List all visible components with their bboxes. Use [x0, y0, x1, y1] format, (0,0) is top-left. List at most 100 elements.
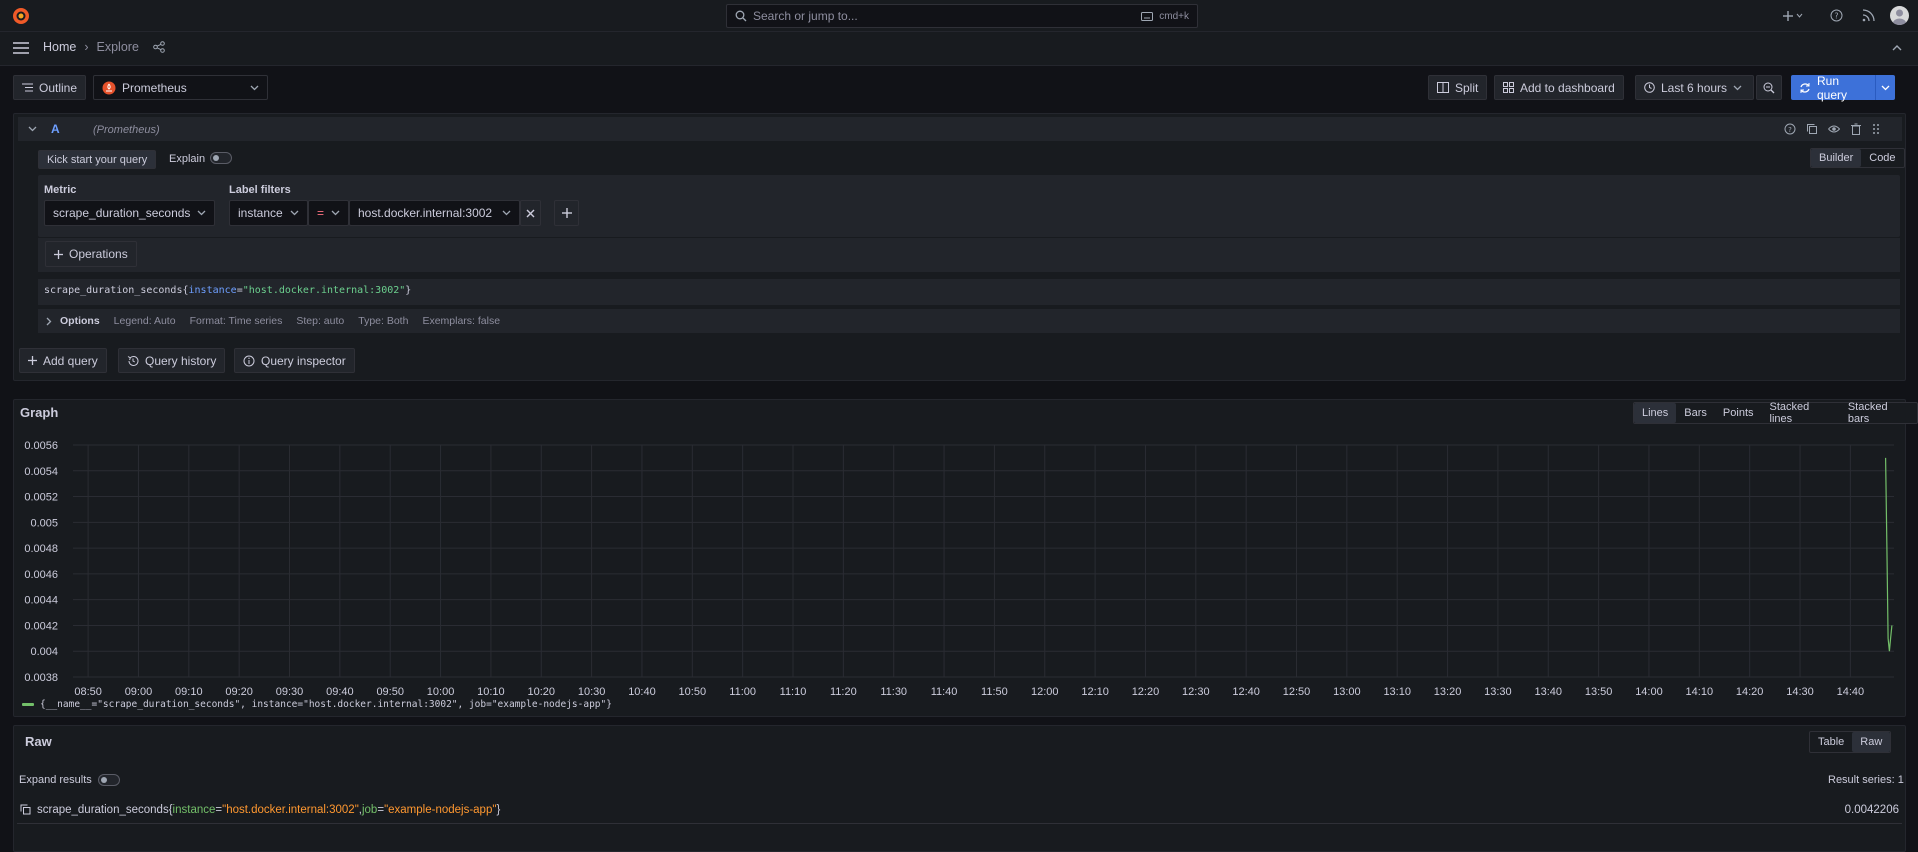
series-line — [1885, 457, 1893, 652]
result-series-count: Result series: 1 — [1828, 774, 1904, 786]
breadcrumb-separator: › — [84, 40, 89, 54]
query-ref-id[interactable]: A — [51, 122, 60, 136]
run-query-button[interactable]: Run query — [1791, 74, 1895, 102]
x-tick-label: 13:30 — [1484, 686, 1512, 698]
x-tick-label: 10:20 — [527, 686, 555, 698]
label-filter-value-select[interactable]: host.docker.internal:3002 — [349, 200, 520, 226]
metric-select[interactable]: scrape_duration_seconds — [44, 200, 215, 226]
help-icon[interactable]: ? — [1784, 123, 1796, 135]
x-tick-label: 14:00 — [1635, 686, 1663, 698]
x-tick-label: 10:10 — [477, 686, 505, 698]
raw-mode-table[interactable]: Table — [1810, 732, 1852, 752]
x-tick-label: 14:30 — [1786, 686, 1814, 698]
split-label: Split — [1455, 80, 1479, 95]
news-feed-icon[interactable] — [1862, 9, 1875, 22]
options-step: Step: auto — [296, 315, 345, 327]
plus-icon — [561, 208, 572, 218]
kick-start-query-button[interactable]: Kick start your query — [38, 150, 157, 169]
query-inspector-button[interactable]: Query inspector — [234, 348, 355, 373]
x-tick-label: 10:00 — [427, 686, 455, 698]
breadcrumb-home[interactable]: Home — [43, 40, 76, 54]
raw-row-value-instance: "host.docker.internal:3002" — [222, 803, 359, 816]
add-filter-button[interactable] — [554, 200, 579, 226]
builder-mode-tab[interactable]: Builder — [1811, 149, 1862, 167]
code-mode-tab[interactable]: Code — [1861, 149, 1903, 167]
zoom-out-button[interactable] — [1756, 75, 1782, 100]
query-history-button[interactable]: Query history — [118, 348, 226, 373]
menu-icon[interactable] — [13, 42, 29, 54]
explain-toggle[interactable] — [210, 152, 232, 164]
svg-text:?: ? — [1834, 12, 1838, 21]
label-filter-key-select[interactable]: instance — [229, 200, 308, 226]
x-tick-label: 09:00 — [125, 686, 153, 698]
x-tick-label: 13:10 — [1383, 686, 1411, 698]
y-tick-label: 0.004 — [30, 646, 58, 658]
legend-color-swatch — [22, 703, 34, 706]
filter-operator: = — [317, 206, 325, 220]
chevron-down-icon — [502, 210, 511, 216]
graph-mode-lines[interactable]: Lines — [1634, 403, 1677, 423]
operations-label: Operations — [69, 247, 128, 261]
time-range-picker[interactable]: Last 6 hours — [1635, 75, 1754, 100]
help-icon[interactable]: ? — [1830, 9, 1843, 22]
graph-mode-stacked-lines[interactable]: Stacked lines — [1762, 401, 1840, 425]
y-tick-label: 0.005 — [30, 517, 58, 529]
expand-results-toggle[interactable] — [98, 774, 120, 786]
graph-mode-stacked-bars[interactable]: Stacked bars — [1840, 401, 1917, 425]
remove-filter-button[interactable] — [520, 200, 541, 226]
chevron-down-icon — [331, 210, 340, 216]
y-tick-label: 0.0048 — [24, 543, 58, 555]
split-button[interactable]: Split — [1428, 75, 1488, 100]
x-tick-label: 10:40 — [628, 686, 656, 698]
preview-metric: scrape_duration_seconds — [44, 285, 183, 296]
options-row[interactable]: Options Legend: Auto Format: Time series… — [38, 309, 1900, 333]
expand-results-label: Expand results — [19, 774, 92, 786]
search-bar[interactable]: Search or jump to... cmd+k — [726, 4, 1198, 28]
share-icon[interactable] — [153, 41, 165, 53]
drag-handle-icon[interactable] — [1872, 123, 1880, 135]
metric-label: Metric — [44, 184, 77, 196]
trash-icon[interactable] — [1850, 123, 1862, 135]
x-tick-label: 10:50 — [679, 686, 707, 698]
x-tick-label: 09:30 — [276, 686, 304, 698]
operations-button[interactable]: Operations — [45, 241, 137, 267]
graph-mode-bars[interactable]: Bars — [1676, 403, 1715, 423]
x-tick-label: 10:30 — [578, 686, 606, 698]
copy-icon[interactable] — [1806, 123, 1818, 135]
label-filter-operator-select[interactable]: = — [308, 200, 349, 226]
collapse-chevron-icon[interactable] — [28, 126, 37, 132]
raw-mode-raw[interactable]: Raw — [1852, 732, 1891, 752]
run-query-options[interactable] — [1875, 75, 1895, 100]
x-tick-label: 11:30 — [880, 686, 907, 698]
graph-mode-points[interactable]: Points — [1715, 403, 1762, 423]
x-tick-label: 12:00 — [1031, 686, 1059, 698]
editor-mode-toggle: Builder Code — [1810, 148, 1905, 168]
prometheus-icon — [102, 81, 116, 95]
breadcrumb: Home › Explore — [43, 40, 165, 54]
metric-value: scrape_duration_seconds — [53, 206, 191, 220]
collapse-chevron-up-icon[interactable] — [1892, 44, 1902, 51]
add-query-button[interactable]: Add query — [19, 348, 107, 373]
datasource-picker[interactable]: Prometheus — [93, 75, 268, 100]
y-tick-label: 0.0046 — [24, 569, 58, 581]
time-series-chart[interactable]: 0.0056 0.0054 0.0052 0.005 0.0048 0.0046 0.004… — [14, 432, 1904, 698]
split-icon — [1437, 82, 1449, 93]
x-tick-label: 12:50 — [1283, 686, 1311, 698]
x-tick-label: 12:40 — [1232, 686, 1260, 698]
x-tick-label: 11:50 — [981, 686, 1008, 698]
x-tick-label: 11:20 — [830, 686, 857, 698]
eye-icon[interactable] — [1828, 123, 1840, 135]
copy-icon[interactable] — [20, 804, 31, 815]
add-to-dashboard-button[interactable]: Add to dashboard — [1494, 75, 1624, 100]
x-tick-label: 13:00 — [1333, 686, 1361, 698]
x-tick-label: 12:30 — [1182, 686, 1210, 698]
raw-mode-toggle: Table Raw — [1809, 731, 1892, 753]
grafana-logo[interactable] — [11, 6, 31, 26]
user-avatar[interactable] — [1890, 6, 1909, 25]
explain-label: Explain — [169, 153, 206, 165]
operations-area — [38, 237, 1900, 272]
graph-legend[interactable]: {__name__="scrape_duration_seconds", ins… — [22, 699, 612, 710]
outline-button[interactable]: Outline — [13, 75, 87, 100]
breadcrumb-bar — [0, 32, 1918, 66]
plus-icon[interactable] — [1781, 8, 1805, 24]
